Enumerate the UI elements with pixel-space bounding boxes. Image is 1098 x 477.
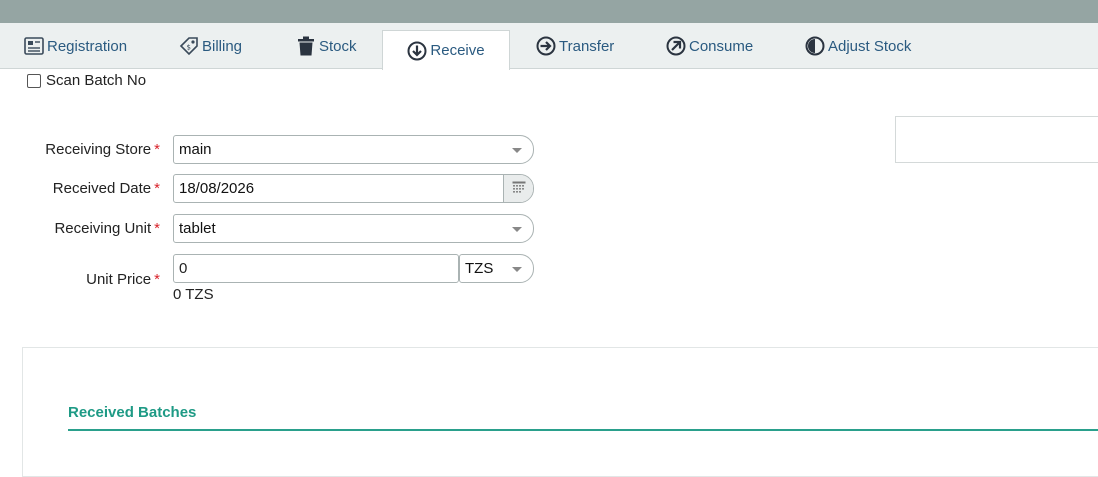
tab-receive[interactable]: Receive	[382, 30, 510, 70]
chevron-down-icon	[512, 267, 522, 272]
scan-batch-row[interactable]: Scan Batch No	[27, 72, 146, 89]
receiving-unit-label-wrap: Receiving Unit *	[0, 220, 160, 240]
tab-bar: Registration $ Billing Stock Receive Tra…	[0, 23, 1098, 70]
required-mark: *	[154, 220, 160, 237]
unit-price-input[interactable]: 0	[173, 254, 459, 283]
arrow-down-circle-icon	[407, 41, 427, 61]
received-date-label-wrap: Received Date *	[0, 180, 160, 200]
arrow-up-right-circle-icon	[666, 36, 686, 56]
tab-stock[interactable]: Stock	[296, 23, 357, 69]
tab-label: Billing	[202, 37, 243, 55]
tab-label: Receive	[430, 42, 485, 59]
receiving-unit-label: Receiving Unit *	[54, 220, 160, 237]
tab-billing[interactable]: $ Billing	[179, 23, 242, 69]
receiving-store-select[interactable]: main	[173, 135, 534, 164]
received-date-value: 18/08/2026	[179, 180, 255, 197]
receiving-unit-select[interactable]: tablet	[173, 214, 534, 243]
receiving-unit-label-text: Receiving Unit	[54, 220, 152, 237]
receiving-store-value: main	[179, 141, 212, 158]
scan-batch-checkbox[interactable]	[27, 73, 41, 88]
calendar-icon	[512, 180, 526, 197]
unit-price-label: Unit Price *	[86, 271, 160, 288]
required-mark: *	[154, 271, 160, 288]
tab-label: Transfer	[559, 37, 615, 55]
tab-registration[interactable]: Registration	[24, 23, 127, 69]
section-divider	[68, 429, 1098, 431]
chevron-down-icon	[512, 227, 522, 232]
registration-card-icon	[24, 36, 44, 56]
receiving-store-label-wrap: Receiving Store *	[0, 141, 160, 161]
unit-price-value: 0	[179, 260, 188, 277]
arrow-right-circle-icon	[536, 36, 556, 56]
unit-price-label-text: Unit Price	[86, 271, 152, 288]
required-mark: *	[154, 180, 160, 197]
required-mark: *	[154, 141, 160, 158]
tab-label: Consume	[689, 37, 754, 55]
received-batches-title: Received Batches	[68, 404, 197, 421]
half-circle-icon	[805, 36, 825, 56]
top-bar	[0, 0, 1098, 23]
tab-transfer[interactable]: Transfer	[536, 23, 614, 69]
unit-price-label-wrap: Unit Price *	[0, 271, 160, 291]
svg-text:$: $	[187, 44, 191, 52]
currency-value: TZS	[465, 260, 494, 277]
chevron-down-icon	[512, 148, 522, 153]
calendar-button[interactable]	[503, 175, 533, 202]
receiving-store-label: Receiving Store *	[45, 141, 160, 158]
scan-batch-label: Scan Batch No	[46, 72, 147, 89]
tab-label: Stock	[319, 37, 357, 55]
tab-label: Registration	[47, 37, 128, 55]
receiving-store-label-text: Receiving Store	[45, 141, 152, 158]
receiving-unit-value: tablet	[179, 220, 216, 237]
tab-label: Adjust Stock	[828, 37, 912, 55]
tab-consume[interactable]: Consume	[666, 23, 753, 69]
received-date-field[interactable]: 18/08/2026	[173, 174, 534, 203]
unit-price-total: 0 TZS	[173, 286, 214, 303]
received-date-label-text: Received Date	[52, 180, 152, 197]
price-tag-icon: $	[179, 36, 199, 56]
side-panel	[895, 116, 1098, 163]
currency-select[interactable]: TZS	[459, 254, 534, 283]
received-date-label: Received Date *	[53, 180, 160, 197]
trash-bin-icon	[296, 36, 316, 56]
tab-adjust-stock[interactable]: Adjust Stock	[805, 23, 911, 69]
